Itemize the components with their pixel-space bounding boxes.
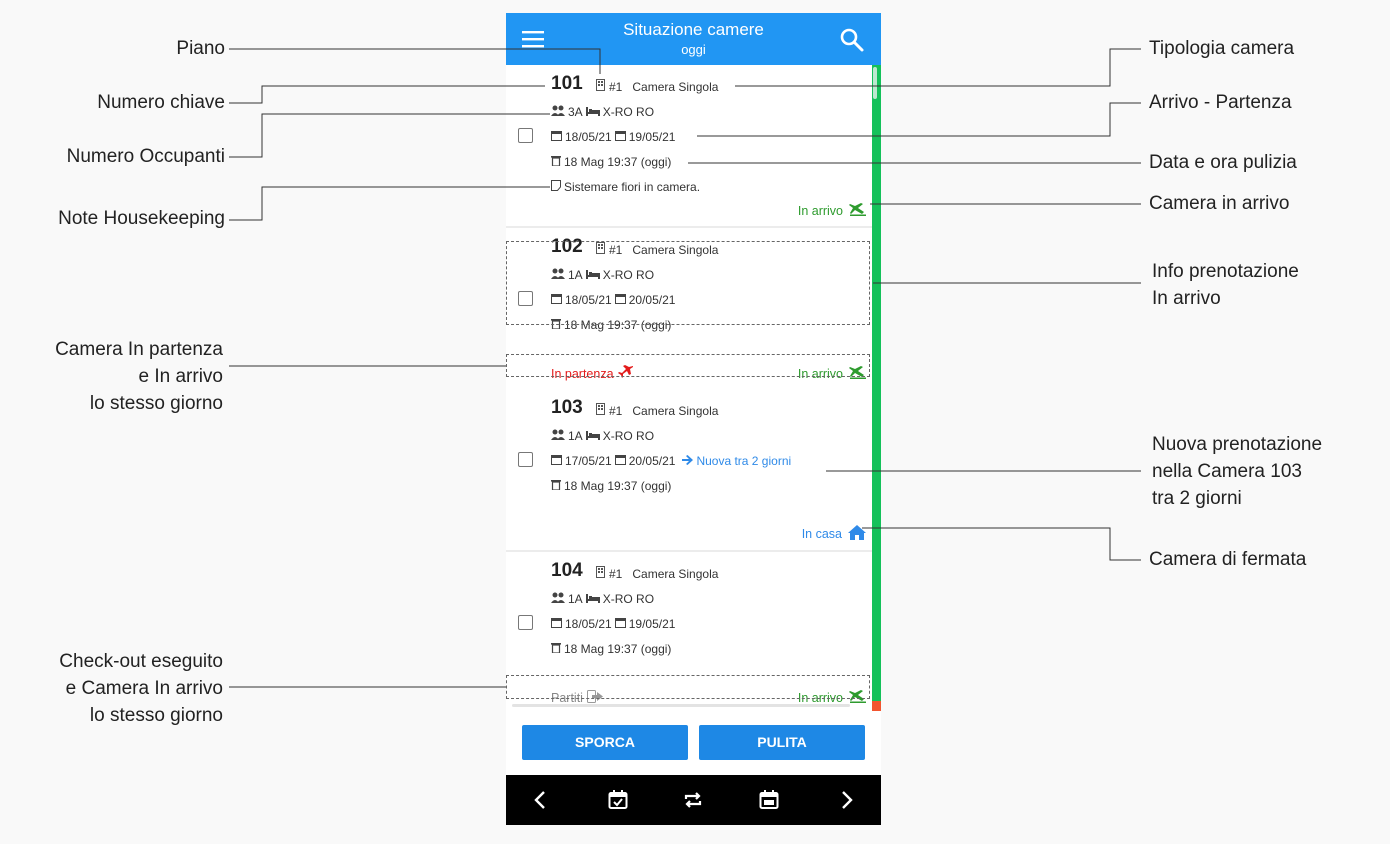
- annotation-checkout-eseguito: Check-out eseguito e Camera In arrivo lo…: [59, 648, 223, 729]
- annotation-line: Camera In partenza: [55, 339, 223, 360]
- annotation-info-prenotazione: Info prenotazione In arrivo: [1152, 258, 1299, 312]
- annotation-camera-in-arrivo: Camera in arrivo: [1149, 193, 1290, 214]
- annotation-line: Nuova prenotazione: [1152, 434, 1323, 455]
- annotation-line: In arrivo: [1152, 288, 1221, 309]
- annotation-tipologia-camera: Tipologia camera: [1149, 38, 1295, 59]
- annotation-nuova-prenotazione: Nuova prenotazione nella Camera 103 tra …: [1152, 431, 1322, 512]
- annotation-arrivo-partenza: Arrivo - Partenza: [1149, 92, 1292, 113]
- annotation-line: e In arrivo: [138, 366, 223, 387]
- annotation-data-ora-pulizia: Data e ora pulizia: [1149, 152, 1297, 173]
- annotation-line: Check-out eseguito: [59, 651, 223, 672]
- annotation-camera-di-fermata: Camera di fermata: [1149, 549, 1307, 570]
- annotation-line: Info prenotazione: [1152, 261, 1299, 282]
- annotation-note-housekeeping: Note Housekeeping: [58, 208, 225, 229]
- annotation-line: lo stesso giorno: [89, 393, 223, 414]
- annotation-numero-occupanti: Numero Occupanti: [66, 146, 225, 167]
- annotation-numero-chiave: Numero chiave: [97, 92, 225, 113]
- annotation-camera-partenza-arrivo: Camera In partenza e In arrivo lo stesso…: [55, 336, 223, 417]
- annotation-piano: Piano: [176, 38, 225, 59]
- annotation-line: tra 2 giorni: [1152, 488, 1242, 509]
- annotation-line: e Camera In arrivo: [65, 678, 223, 699]
- annotation-line: lo stesso giorno: [89, 705, 223, 726]
- annotation-line: nella Camera 103: [1152, 461, 1302, 482]
